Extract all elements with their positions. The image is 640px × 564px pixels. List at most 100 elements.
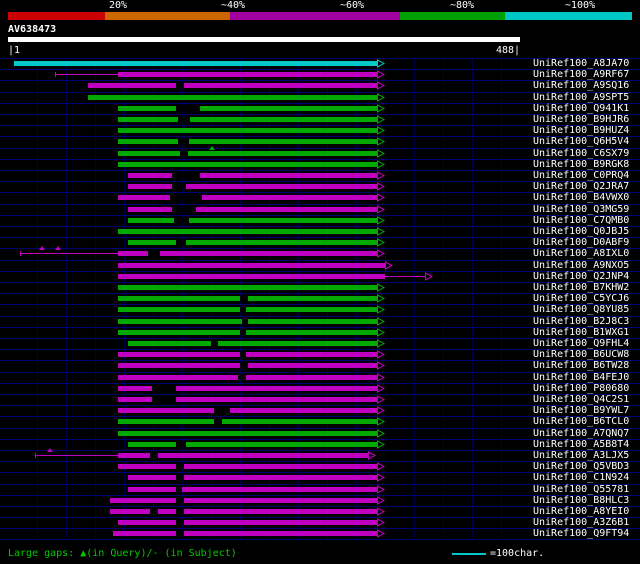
alignment-bar[interactable] [118,161,378,167]
alignment-bar[interactable] [118,464,378,470]
hit-label[interactable]: UniRef100_A8IXL0 [533,248,629,259]
alignment-start-tick [19,251,21,257]
hit-label[interactable]: UniRef100_Q0JBJ5 [533,226,629,237]
hit-label[interactable]: UniRef100_Q4C2S1 [533,394,629,405]
hit-label[interactable]: UniRef100_C0PRQ4 [533,170,629,181]
alignment-bar[interactable] [118,273,385,279]
hit-label[interactable]: UniRef100_B9RGK8 [533,159,629,170]
alignment-bar[interactable] [118,430,378,436]
hit-label[interactable]: UniRef100_A9NXO5 [533,260,629,271]
alignment-bar[interactable] [118,329,378,335]
alignment-bar[interactable] [118,520,378,526]
hit-label[interactable]: UniRef100_C7QMB0 [533,215,629,226]
alignment-row: UniRef100_B7KHW2 [0,282,640,293]
alignment-bar[interactable] [118,419,378,425]
alignment-bar[interactable] [118,139,378,145]
alignment-bar[interactable] [112,531,378,537]
alignment-bar[interactable] [118,195,378,201]
hit-label[interactable]: UniRef100_B8HLC3 [533,495,629,506]
alignment-row: UniRef100_C0PRQ4 [0,170,640,181]
blast-graphic-screen: 20% ~40% ~60% ~80% ~100% AV638473 |1 488… [0,0,640,564]
hit-label[interactable]: UniRef100_B6TW28 [533,360,629,371]
hit-label[interactable]: UniRef100_Q2JNP4 [533,271,629,282]
alignment-bar[interactable] [118,307,378,313]
hit-label[interactable]: UniRef100_A3LJX5 [533,450,629,461]
alignment-row: UniRef100_B8HLC3 [0,495,640,506]
hit-label[interactable]: UniRef100_C6SX79 [533,148,629,159]
alignment-bar[interactable] [109,497,378,503]
hit-label[interactable]: UniRef100_A9SPT5 [533,92,629,103]
hit-label[interactable]: UniRef100_B7KHW2 [533,282,629,293]
hit-label[interactable]: UniRef100_Q941K1 [533,103,629,114]
hit-label[interactable]: UniRef100_B4VWX0 [533,192,629,203]
alignment-bar[interactable] [127,341,378,346]
alignment-bar[interactable] [118,72,378,78]
alignment-leading-line [19,253,119,255]
subject-gap [149,509,158,514]
hit-label[interactable]: UniRef100_B9HJR6 [533,114,629,125]
alignment-row: UniRef100_Q9FHL4 [0,338,640,349]
hit-label[interactable]: UniRef100_B1WXG1 [533,327,629,338]
alignment-bar[interactable] [127,206,378,212]
alignment-bar[interactable] [87,83,378,89]
hit-label[interactable]: UniRef100_B4FEJ0 [533,372,629,383]
alignment-bar[interactable] [118,408,378,414]
hit-label[interactable]: UniRef100_B2J8C3 [533,316,629,327]
alignment-bar[interactable] [118,105,378,111]
hit-label[interactable]: UniRef100_B6TCL0 [533,416,629,427]
alignment-bar[interactable] [118,128,378,134]
alignment-bar[interactable] [127,486,378,492]
alignment-bar[interactable] [127,441,378,447]
alignment-bar[interactable] [118,352,378,358]
alignment-row: UniRef100_B9HUZ4 [0,125,640,136]
hit-label[interactable]: UniRef100_B9HUZ4 [533,125,629,136]
hit-label[interactable]: UniRef100_A8JA70 [533,58,629,69]
subject-gap [178,139,189,145]
alignment-row: UniRef100_Q2JRA7 [0,181,640,192]
hit-label[interactable]: UniRef100_Q3MG59 [533,204,629,215]
hit-label[interactable]: UniRef100_A5B8T4 [533,439,629,450]
hit-label[interactable]: UniRef100_Q8YU85 [533,304,629,315]
alignment-row: UniRef100_B6UCW8 [0,349,640,360]
alignment-bar[interactable] [127,173,378,178]
alignment-bar[interactable] [118,262,385,268]
direction-arrow-icon [377,383,386,393]
alignment-row: UniRef100_C7QMB0 [0,215,640,226]
alignment-bar[interactable] [118,229,378,234]
hit-label[interactable]: UniRef100_P80680 [533,383,629,394]
alignment-bar[interactable] [118,285,378,290]
alignment-row: UniRef100_Q0JBJ5 [0,226,640,237]
hit-label[interactable]: UniRef100_A7QNQ7 [533,428,629,439]
hit-label[interactable]: UniRef100_B9YWL7 [533,405,629,416]
alignment-bar[interactable] [127,475,378,481]
hit-label[interactable]: UniRef100_A8YEI0 [533,506,629,517]
ruler-end-label: 488| [496,45,521,56]
direction-arrow-icon [377,249,386,259]
hit-label[interactable]: UniRef100_Q5VBD3 [533,461,629,472]
hit-label[interactable]: UniRef100_Q2JRA7 [533,181,629,192]
direction-arrow-icon [377,59,386,68]
hit-label[interactable]: UniRef100_C5YCJ6 [533,293,629,304]
hit-label[interactable]: UniRef100_D0ABF9 [533,237,629,248]
hit-label[interactable]: UniRef100_Q9FHL4 [533,338,629,349]
hit-label[interactable]: UniRef100_B6UCW8 [533,349,629,360]
direction-arrow-icon [377,406,386,416]
hit-label[interactable]: UniRef100_C1N924 [533,472,629,483]
hit-label[interactable]: UniRef100_Q6H5V4 [533,136,629,147]
hit-label[interactable]: UniRef100_Q9FT94 [533,528,629,539]
hit-label[interactable]: UniRef100_A9SQ16 [533,80,629,91]
alignment-bar[interactable] [127,217,378,223]
alignment-bar[interactable] [14,61,378,66]
subject-gap [239,363,249,369]
alignment-bar[interactable] [118,374,378,380]
alignment-bar[interactable] [127,184,378,190]
alignment-row: UniRef100_Q941K1 [0,103,640,114]
alignment-bar[interactable] [127,240,378,246]
hit-label[interactable]: UniRef100_Q55781 [533,484,629,495]
alignment-bar[interactable] [87,94,378,100]
alignment-bar[interactable] [118,117,378,122]
alignment-row: UniRef100_B1WXG1 [0,327,640,338]
hit-label[interactable]: UniRef100_A3Z6B1 [533,517,629,528]
hit-label[interactable]: UniRef100_A9RF67 [533,69,629,80]
alignment-bar[interactable] [118,150,378,156]
